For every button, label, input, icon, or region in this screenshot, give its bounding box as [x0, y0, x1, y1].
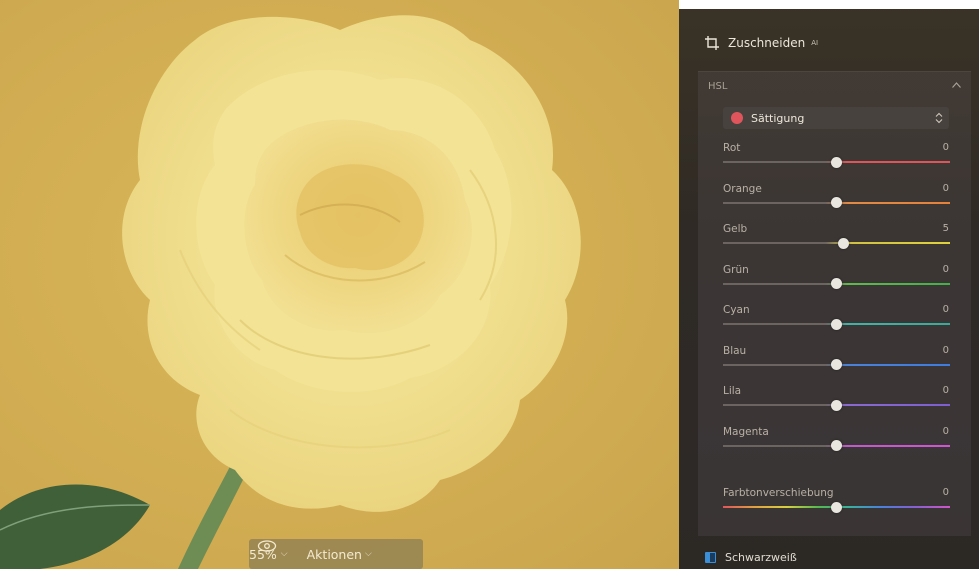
- slider-handle-blau[interactable]: [831, 359, 842, 370]
- slider-handle-grün[interactable]: [831, 278, 842, 289]
- slider-track-gelb[interactable]: [723, 242, 950, 244]
- slider-value-magenta: 0: [942, 425, 949, 437]
- slider-value-lila: 0: [942, 385, 949, 396]
- rose-photo: [0, 15, 581, 569]
- slider-handle-rot[interactable]: [831, 156, 842, 168]
- slider-label-orange: Orange: [723, 182, 762, 195]
- crop-button[interactable]: Zuschneiden AI: [705, 36, 818, 50]
- hsl-title: HSL: [708, 81, 728, 92]
- hsl-mode-value: Sättigung: [751, 111, 805, 125]
- crop-icon: [705, 36, 719, 50]
- slider-value-gelb: 5: [942, 223, 949, 234]
- slider-value-rot: 0: [942, 142, 949, 153]
- chevron-down-icon[interactable]: ⌵: [281, 549, 288, 559]
- black-white-label: Schwarzweiß: [725, 551, 797, 564]
- hsl-section: HSL Sättigung Rot 0 Orange 0 Gelb 5 Grün 0 Cyan 0…: [698, 71, 971, 536]
- slider-label-cyan: Cyan: [723, 304, 750, 316]
- ai-badge: AI: [811, 39, 819, 47]
- slider-label-rot: Rot: [723, 142, 741, 154]
- slider-handle-hue-shift[interactable]: [831, 501, 842, 513]
- slider-handle-cyan[interactable]: [831, 318, 842, 330]
- red-dot-icon: [731, 112, 743, 124]
- slider-value-blau: 0: [942, 344, 949, 356]
- crop-label: Zuschneiden: [728, 36, 806, 50]
- slider-label-hue-shift: Farbtonverschiebung: [723, 487, 834, 499]
- slider-label-grün: Grün: [723, 263, 749, 276]
- canvas-toolbar: 55% ⌵ Aktionen ⌵: [249, 539, 423, 569]
- slider-label-gelb: Gelb: [723, 223, 748, 235]
- photo-canvas[interactable]: 55% ⌵ Aktionen ⌵: [0, 0, 679, 569]
- slider-value-hue-shift: 0: [942, 487, 949, 498]
- slider-label-magenta: Magenta: [723, 425, 769, 438]
- adjustments-panel: Zuschneiden AI HSL Sättigung Rot 0 Orange 0…: [679, 0, 979, 569]
- slider-label-lila: Lila: [723, 385, 742, 397]
- hsl-mode-select[interactable]: Sättigung: [723, 107, 949, 129]
- slider-handle-magenta[interactable]: [831, 440, 842, 451]
- chevron-up-icon[interactable]: [952, 82, 961, 88]
- slider-handle-gelb[interactable]: [837, 237, 849, 249]
- actions-menu-button[interactable]: Aktionen: [307, 547, 362, 562]
- panel-top-edge: [679, 0, 979, 9]
- eye-icon[interactable]: [257, 539, 277, 553]
- black-white-toggle[interactable]: Schwarzweiß: [705, 551, 797, 564]
- slider-value-grün: 0: [942, 263, 949, 275]
- slider-value-orange: 0: [942, 182, 949, 194]
- slider-handle-lila[interactable]: [831, 399, 842, 411]
- black-white-icon: [705, 552, 716, 563]
- slider-handle-orange[interactable]: [831, 197, 842, 208]
- updown-icon: [935, 112, 943, 124]
- slider-label-blau: Blau: [723, 344, 747, 357]
- slider-value-cyan: 0: [942, 304, 949, 315]
- chevron-down-icon[interactable]: ⌵: [365, 549, 372, 559]
